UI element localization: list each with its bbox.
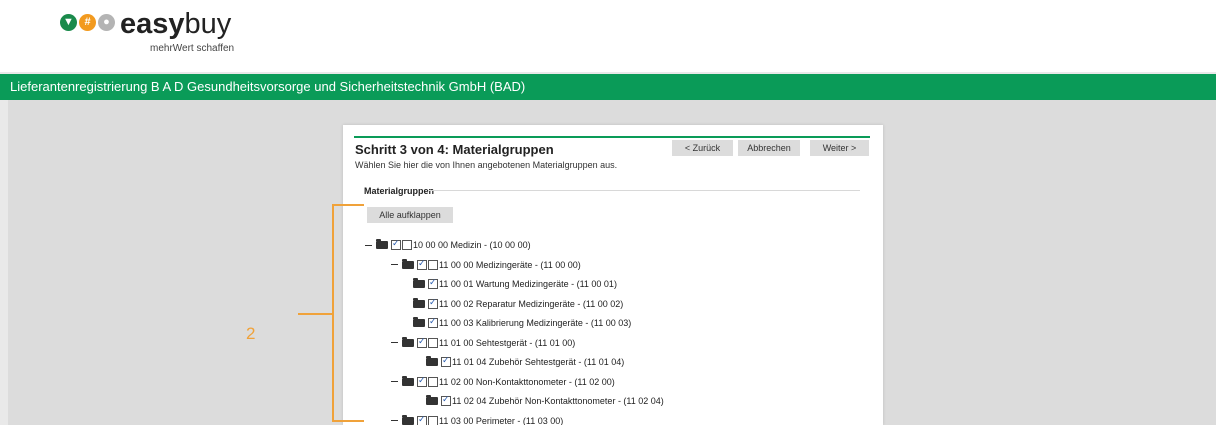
cancel-button[interactable]: Abbrechen [738, 140, 800, 156]
step-title: Schritt 3 von 4: Materialgruppen [355, 142, 554, 157]
folder-icon [426, 356, 438, 366]
tree-item-label: 11 01 00 Sehtestgerät - (11 01 00) [439, 337, 576, 348]
next-button[interactable]: Weiter > [810, 140, 869, 156]
tree-item-label: 11 00 00 Medizingeräte - (11 00 00) [439, 259, 581, 270]
expand-all-button[interactable]: Alle aufklappen [367, 207, 453, 223]
group-checkbox[interactable] [441, 355, 451, 367]
group-checkbox[interactable] [428, 297, 438, 309]
annotation-number: 2 [246, 324, 256, 343]
folder-icon [376, 239, 388, 249]
registration-title: Lieferantenregistrierung B A D Gesundhei… [10, 79, 526, 94]
tree-item-label: 11 02 04 Zubehör Non-Kontakttonometer - … [452, 396, 664, 406]
tree-row[interactable]: 11 02 04 Zubehör Non-Kontakttonometer - … [426, 394, 664, 408]
folder-icon [413, 317, 425, 327]
group-checkbox[interactable] [417, 258, 427, 270]
tree-row[interactable]: 11 01 04 Zubehör Sehtestgerät - (11 01 0… [426, 355, 624, 369]
folder-icon [426, 395, 438, 405]
annotation-bracket [332, 204, 364, 422]
logo-tagline: mehrWert schaffen [150, 43, 235, 54]
group-checkbox[interactable] [417, 336, 427, 348]
panel-accent-line [354, 136, 870, 138]
tree-item-label: 11 00 03 Kalibrierung Medizingeräte - (1… [439, 318, 632, 328]
logo-wordmark: easybuy [120, 8, 232, 40]
folder-icon [402, 258, 414, 269]
tree-row[interactable]: 11 00 01 Wartung Medizingeräte - (11 00 … [413, 277, 617, 291]
folder-icon [413, 297, 425, 308]
collapse-toggle[interactable] [391, 381, 398, 382]
subtree-checkbox[interactable] [428, 259, 438, 270]
collapse-toggle[interactable] [391, 342, 398, 343]
tree-row[interactable]: 11 00 00 Medizingeräte - (11 00 00) [391, 258, 581, 272]
tree-item-label: 10 00 00 Medizin - (10 00 00) [413, 240, 531, 250]
tree-item-label: 11 01 04 Zubehör Sehtestgerät - (11 01 0… [452, 357, 625, 367]
subtree-checkbox[interactable] [402, 240, 412, 250]
registration-header: Lieferantenregistrierung B A D Gesundhei… [0, 74, 1216, 100]
top-bar: ▼ # ● easybuy mehrWert schaffen [0, 0, 1216, 72]
group-checkbox[interactable] [441, 394, 451, 406]
annotation-pointer [298, 313, 332, 315]
warning-logo-icon: # [79, 14, 96, 31]
tree-row[interactable]: 11 02 00 Non-Kontakttonometer - (11 02 0… [391, 375, 615, 389]
folder-icon [413, 278, 425, 288]
group-checkbox[interactable] [428, 277, 438, 289]
logo-icons: ▼ # ● [60, 14, 115, 31]
shield-logo-icon: ▼ [60, 14, 77, 31]
subtree-checkbox[interactable] [428, 337, 438, 348]
tree-item-label: 11 00 01 Wartung Medizingeräte - (11 00 … [439, 279, 617, 289]
folder-icon [402, 336, 414, 347]
group-checkbox[interactable] [417, 375, 427, 387]
section-divider [428, 190, 860, 191]
collapse-toggle[interactable] [391, 420, 398, 421]
folder-icon [402, 375, 414, 386]
group-checkbox[interactable] [417, 414, 427, 425]
group-checkbox[interactable] [391, 238, 401, 250]
subtree-checkbox[interactable] [428, 376, 438, 387]
group-checkbox[interactable] [428, 316, 438, 328]
tree-item-label: 11 03 00 Perimeter - (11 03 00) [439, 415, 564, 425]
subtree-checkbox[interactable] [428, 415, 438, 425]
tree-item-label: 11 02 00 Non-Kontakttonometer - (11 02 0… [439, 376, 615, 387]
tree-row[interactable]: 11 00 03 Kalibrierung Medizingeräte - (1… [413, 316, 631, 330]
tree-row[interactable]: 11 03 00 Perimeter - (11 03 00) [391, 414, 563, 425]
back-button[interactable]: < Zurück [672, 140, 733, 156]
gear-logo-icon: ● [98, 14, 115, 31]
step-subtitle: Wählen Sie hier die von Ihnen angebotene… [355, 160, 618, 170]
folder-icon [402, 414, 414, 425]
tree-item-label: 11 00 02 Reparatur Medizingeräte - (11 0… [439, 298, 624, 309]
wizard-panel: Schritt 3 von 4: Materialgruppen < Zurüc… [343, 125, 883, 425]
tree-row[interactable]: 11 01 00 Sehtestgerät - (11 01 00) [391, 336, 575, 350]
tree-row[interactable]: 11 00 02 Reparatur Medizingeräte - (11 0… [413, 297, 623, 311]
collapse-toggle[interactable] [365, 244, 372, 246]
section-label: Materialgruppen [364, 186, 435, 196]
collapse-toggle[interactable] [391, 264, 398, 265]
tree-row[interactable]: 10 00 00 Medizin - (10 00 00) [365, 238, 531, 252]
